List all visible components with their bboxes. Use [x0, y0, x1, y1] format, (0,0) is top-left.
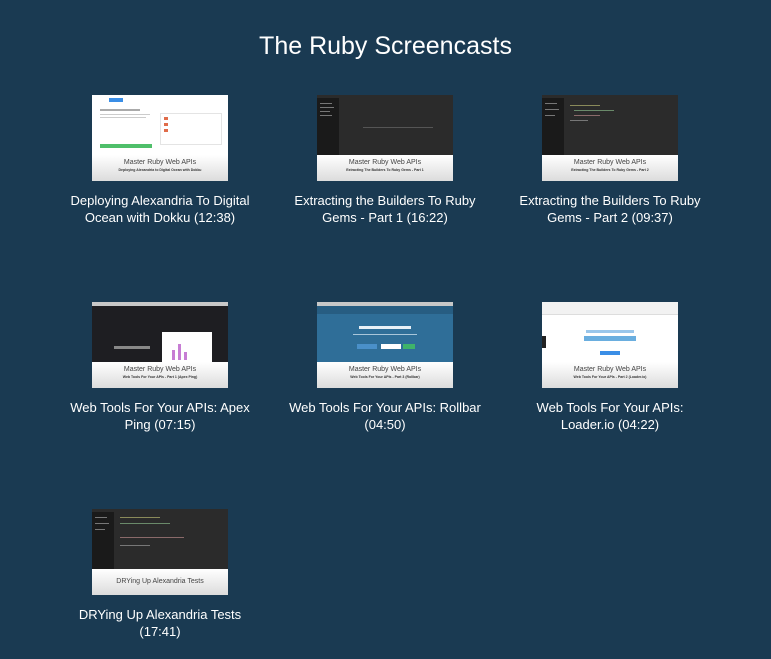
screencast-card[interactable]: Master Ruby Web APIs Web Tools For Your …: [285, 302, 485, 433]
thumbnail-screen: [542, 95, 678, 155]
screencast-card[interactable]: Master Ruby Web APIs Web Tools For Your …: [510, 302, 710, 433]
thumbnail-caption: Master Ruby Web APIs Extracting The Buil…: [542, 155, 678, 181]
screencasts-page: The Ruby Screencasts Master Ruby Web API…: [0, 0, 771, 659]
screencast-title-link[interactable]: Web Tools For Your APIs: Loader.io (04:2…: [510, 399, 710, 433]
thumbnail-screen: [92, 95, 228, 155]
screencast-card[interactable]: Master Ruby Web APIs Extracting The Buil…: [510, 95, 710, 226]
thumbnail-caption: Master Ruby Web APIs Web Tools For Your …: [317, 362, 453, 388]
screencast-title-link[interactable]: Web Tools For Your APIs: Rollbar (04:50): [285, 399, 485, 433]
screencast-thumbnail[interactable]: Master Ruby Web APIs Extracting The Buil…: [317, 95, 453, 181]
screencast-title-link[interactable]: Extracting the Builders To Ruby Gems - P…: [510, 192, 710, 226]
screencast-thumbnail[interactable]: Master Ruby Web APIs Web Tools For Your …: [92, 302, 228, 388]
thumbnail-screen: [92, 509, 228, 569]
thumbnail-caption: Master Ruby Web APIs Web Tools For Your …: [542, 362, 678, 388]
thumbnail-caption: Master Ruby Web APIs Extracting The Buil…: [317, 155, 453, 181]
thumbnail-screen: [317, 302, 453, 362]
screencast-title-link[interactable]: DRYing Up Alexandria Tests (17:41): [60, 606, 260, 640]
page-title: The Ruby Screencasts: [259, 32, 512, 60]
thumbnail-screen: [317, 95, 453, 155]
thumbnail-caption: DRYing Up Alexandria Tests: [92, 569, 228, 595]
thumbnail-screen: [542, 302, 678, 362]
screencast-card[interactable]: Master Ruby Web APIs Extracting The Buil…: [285, 95, 485, 226]
screencast-card[interactable]: Master Ruby Web APIs Web Tools For Your …: [60, 302, 260, 433]
screencast-thumbnail[interactable]: Master Ruby Web APIs Extracting The Buil…: [542, 95, 678, 181]
screencast-card[interactable]: Master Ruby Web APIs Deploying Alexandri…: [60, 95, 260, 226]
screencast-thumbnail[interactable]: Master Ruby Web APIs Deploying Alexandri…: [92, 95, 228, 181]
screencast-card[interactable]: DRYing Up Alexandria Tests DRYing Up Ale…: [60, 509, 260, 640]
screencast-thumbnail[interactable]: Master Ruby Web APIs Web Tools For Your …: [542, 302, 678, 388]
screencast-thumbnail[interactable]: Master Ruby Web APIs Web Tools For Your …: [317, 302, 453, 388]
screencast-title-link[interactable]: Web Tools For Your APIs: Apex Ping (07:1…: [60, 399, 260, 433]
thumbnail-caption: Master Ruby Web APIs Deploying Alexandri…: [92, 155, 228, 181]
screencast-title-link[interactable]: Extracting the Builders To Ruby Gems - P…: [285, 192, 485, 226]
thumbnail-caption: Master Ruby Web APIs Web Tools For Your …: [92, 362, 228, 388]
thumbnail-screen: [92, 302, 228, 362]
screencast-thumbnail[interactable]: DRYing Up Alexandria Tests: [92, 509, 228, 595]
screencast-title-link[interactable]: Deploying Alexandria To Digital Ocean wi…: [60, 192, 260, 226]
